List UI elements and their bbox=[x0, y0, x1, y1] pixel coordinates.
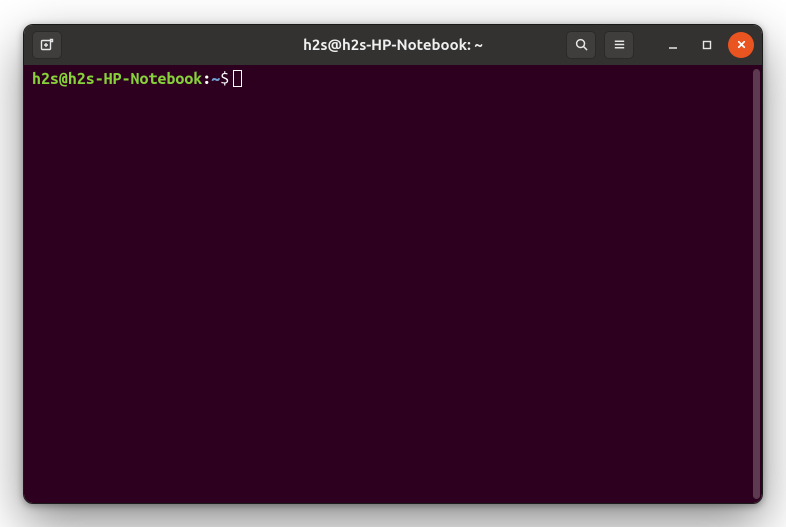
terminal-area[interactable]: h2s@h2s-HP-Notebook:~$ bbox=[24, 65, 762, 503]
minimize-icon bbox=[667, 39, 679, 51]
titlebar-right-group bbox=[566, 31, 754, 59]
maximize-icon bbox=[701, 39, 713, 51]
prompt-separator: : bbox=[202, 70, 211, 88]
terminal-window: h2s@h2s-HP-Notebook: ~ bbox=[23, 24, 763, 504]
minimize-button[interactable] bbox=[660, 32, 686, 58]
hamburger-icon bbox=[612, 37, 627, 52]
search-icon bbox=[574, 37, 589, 52]
new-tab-icon bbox=[39, 37, 55, 53]
close-icon bbox=[736, 39, 747, 50]
prompt-path: ~ bbox=[211, 70, 220, 88]
titlebar-left-group bbox=[32, 31, 62, 59]
terminal-output[interactable]: h2s@h2s-HP-Notebook:~$ bbox=[24, 65, 752, 503]
prompt-symbol: $ bbox=[220, 70, 229, 88]
cursor-icon bbox=[233, 70, 242, 87]
titlebar[interactable]: h2s@h2s-HP-Notebook: ~ bbox=[24, 25, 762, 65]
search-button[interactable] bbox=[566, 31, 596, 59]
close-button[interactable] bbox=[728, 32, 754, 58]
hamburger-menu-button[interactable] bbox=[604, 31, 634, 59]
new-tab-button[interactable] bbox=[32, 31, 62, 59]
prompt-user-host: h2s@h2s-HP-Notebook bbox=[32, 70, 202, 88]
scrollbar-thumb[interactable] bbox=[753, 69, 760, 499]
maximize-button[interactable] bbox=[694, 32, 720, 58]
scrollbar-track[interactable] bbox=[752, 65, 762, 503]
